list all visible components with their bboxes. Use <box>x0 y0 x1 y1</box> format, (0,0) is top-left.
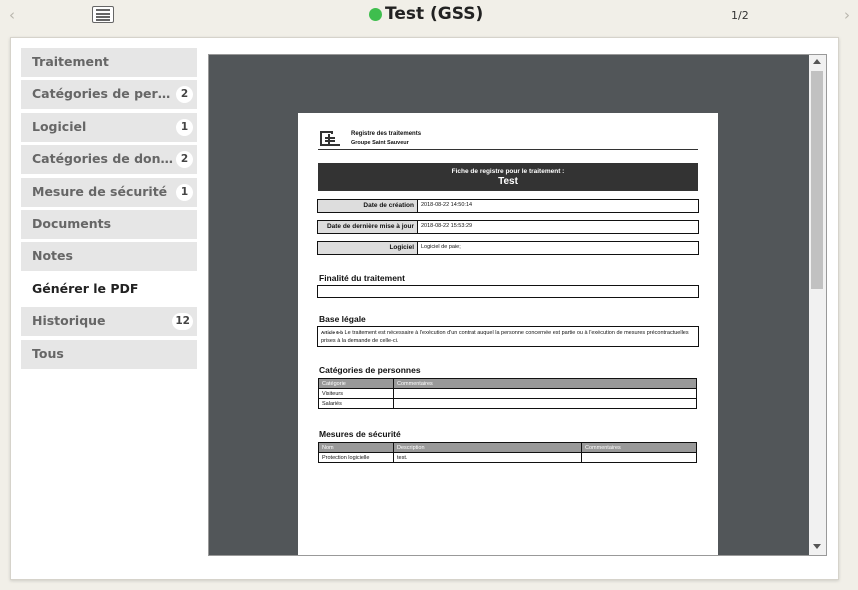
sidebar-item-categories-donnees[interactable]: Catégories de données 2 <box>21 145 197 175</box>
pdf-page: Registre des traitements Groupe Saint Sa… <box>298 113 718 555</box>
scroll-thumb[interactable] <box>811 71 823 289</box>
sidebar-item-label: Tous <box>32 345 64 361</box>
sidebar-item-label: Historique <box>32 313 106 329</box>
table-header: Catégorie <box>318 378 394 389</box>
pager: 1/2 <box>731 9 749 22</box>
sidebar-item-documents[interactable]: Documents <box>21 209 197 239</box>
count-badge: 12 <box>172 313 193 331</box>
field-value: 2018-08-22 14:50:14 <box>421 202 473 208</box>
field-value: 2018-08-22 15:53:29 <box>421 223 473 229</box>
sidebar-item-label: Générer le PDF <box>32 280 139 296</box>
table-header: Commentaires <box>393 378 697 389</box>
table-header-row: Nom Description Commentaires <box>318 442 697 453</box>
sidebar-item-label: Catégories de données <box>32 151 174 167</box>
pdf-viewer[interactable]: Registre des traitements Groupe Saint Sa… <box>208 54 827 556</box>
table-header: Commentaires <box>581 442 697 453</box>
sidebar-item-mesure-securite[interactable]: Mesure de sécurité 1 <box>21 177 197 207</box>
list-icon[interactable] <box>92 6 114 23</box>
persons-table: Catégorie Commentaires Visiteurs Salarié… <box>318 378 697 409</box>
base-box: Article 6-b Le traitement est nécessaire… <box>317 326 699 347</box>
register-logo-icon <box>320 131 340 147</box>
table-row: Protection logicielle test. <box>318 452 697 463</box>
chevron-left-icon[interactable]: ‹ <box>9 6 15 24</box>
sidebar-item-label: Traitement <box>32 54 109 69</box>
field-value: Logiciel de paie; <box>421 244 461 250</box>
table-header: Description <box>393 442 582 453</box>
section-persons-title: Catégories de personnes <box>319 365 421 375</box>
finalite-text <box>318 286 698 290</box>
sidebar-item-historique[interactable]: Historique 12 <box>21 307 197 337</box>
sidebar: Traitement Catégories de personnes 2 Log… <box>21 48 197 372</box>
count-badge: 2 <box>176 86 193 104</box>
base-text: Article 6-b Le traitement est nécessaire… <box>318 327 698 347</box>
pdf-scrollbar[interactable] <box>809 55 826 555</box>
table-cell: Visiteurs <box>318 388 394 399</box>
doc-header-subtitle: Groupe Saint Sauveur <box>351 140 409 146</box>
table-row: Salariés <box>318 398 697 409</box>
field-date-maj: Date de dernière mise à jour 2018-08-22 … <box>317 220 699 234</box>
count-badge: 2 <box>176 151 193 169</box>
main-panel: Traitement Catégories de personnes 2 Log… <box>10 37 839 580</box>
table-cell: Protection logicielle <box>318 452 394 463</box>
sidebar-item-categories-personnes[interactable]: Catégories de personnes 2 <box>21 80 197 110</box>
sidebar-item-notes[interactable]: Notes <box>21 242 197 272</box>
table-row: Visiteurs <box>318 388 697 399</box>
section-finalite-title: Finalité du traitement <box>319 273 405 283</box>
base-description: Le traitement est nécessaire à l'exécuti… <box>321 330 689 344</box>
sidebar-item-label: Catégories de personnes <box>32 86 174 102</box>
field-label: Date de dernière mise à jour <box>318 221 418 233</box>
chevron-right-icon[interactable]: › <box>844 6 850 24</box>
banner-caption: Fiche de registre pour le traitement : <box>451 168 565 175</box>
sidebar-item-tous[interactable]: Tous <box>21 339 197 369</box>
sidebar-item-label: Documents <box>32 215 112 231</box>
doc-header-title: Registre des traitements <box>351 131 422 137</box>
field-label: Logiciel <box>318 242 418 254</box>
count-badge: 1 <box>176 118 193 136</box>
table-cell <box>581 452 697 463</box>
scroll-down-icon[interactable] <box>813 544 821 549</box>
table-cell <box>393 398 697 409</box>
table-cell <box>393 388 697 399</box>
top-bar: ‹ Test (GSS) 1/2 › <box>0 0 858 32</box>
sidebar-item-label: Mesure de sécurité <box>32 183 168 199</box>
title-wrap: Test (GSS) <box>369 4 483 24</box>
banner-title: Test <box>498 176 518 187</box>
doc-header: Registre des traitements Groupe Saint Sa… <box>318 129 698 150</box>
scroll-up-icon[interactable] <box>813 59 821 64</box>
page-title: Test (GSS) <box>385 4 484 24</box>
section-base-title: Base légale <box>319 314 366 324</box>
count-badge: 1 <box>176 183 193 201</box>
table-cell: Salariés <box>318 398 394 409</box>
base-article: Article 6-b <box>321 330 344 335</box>
field-label: Date de création <box>318 200 418 212</box>
sidebar-item-logiciel[interactable]: Logiciel 1 <box>21 112 197 142</box>
status-dot <box>369 7 382 21</box>
sidebar-item-traitement[interactable]: Traitement <box>21 48 197 77</box>
field-logiciel: Logiciel Logiciel de paie; <box>317 241 699 255</box>
table-cell: test. <box>393 452 582 463</box>
table-header-row: Catégorie Commentaires <box>318 378 697 389</box>
field-date-creation: Date de création 2018-08-22 14:50:14 <box>317 199 699 213</box>
sidebar-item-generer-pdf[interactable]: Générer le PDF <box>21 274 197 304</box>
security-table: Nom Description Commentaires Protection … <box>318 442 697 463</box>
doc-banner: Fiche de registre pour le traitement : T… <box>318 163 698 191</box>
finalite-box <box>317 285 699 298</box>
table-header: Nom <box>318 442 394 453</box>
sidebar-item-label: Logiciel <box>32 118 87 134</box>
section-security-title: Mesures de sécurité <box>319 429 401 439</box>
sidebar-item-label: Notes <box>32 248 73 264</box>
